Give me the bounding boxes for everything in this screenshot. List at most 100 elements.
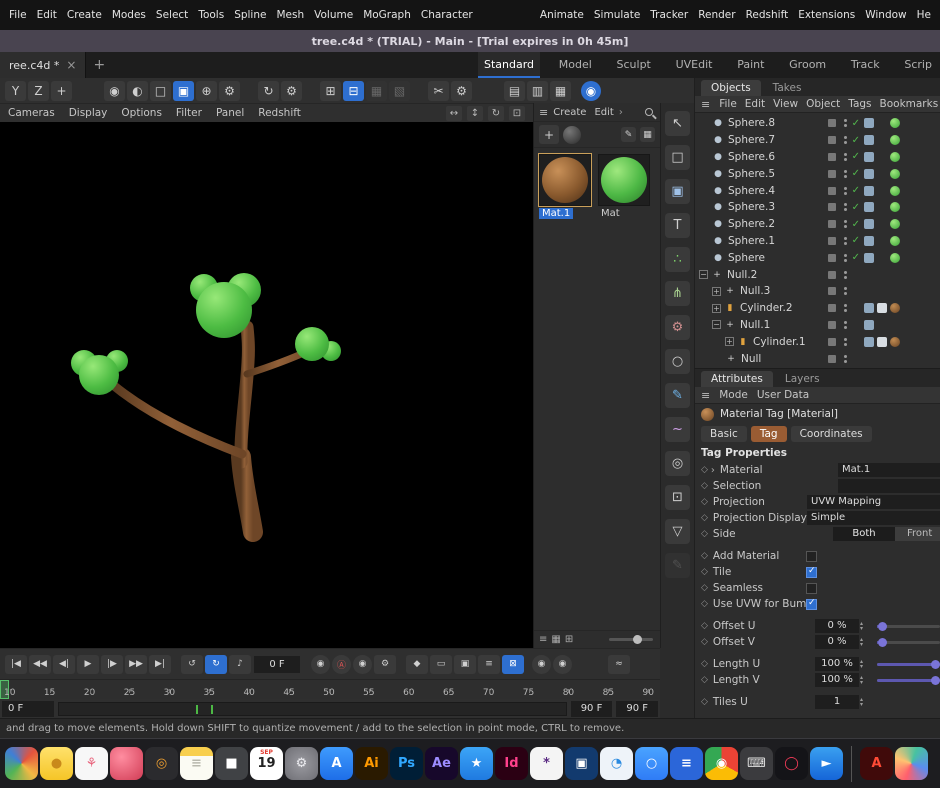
menu-item[interactable]: Window bbox=[860, 9, 911, 21]
prev-key-button[interactable]: ◀◀ bbox=[29, 655, 51, 674]
animation-diamond-icon[interactable] bbox=[701, 481, 708, 491]
enabled-check-icon[interactable] bbox=[852, 168, 860, 179]
expander-icon[interactable]: + bbox=[725, 337, 734, 346]
scale-key-icon[interactable]: ▭ bbox=[430, 655, 452, 674]
menu-item[interactable]: Mesh bbox=[271, 9, 309, 21]
document-tab[interactable]: ree.c4d * × bbox=[0, 52, 86, 78]
list-view-icon[interactable]: ≡ bbox=[539, 634, 547, 645]
timeline-scrubber[interactable] bbox=[58, 702, 567, 716]
visibility-dots-icon[interactable] bbox=[844, 321, 847, 329]
camera-icon[interactable]: ◎ bbox=[665, 451, 690, 476]
object-row[interactable]: ● Sphere.2 bbox=[695, 216, 940, 233]
new-material-button[interactable]: + bbox=[539, 125, 559, 144]
material-name[interactable]: Mat bbox=[598, 208, 623, 219]
rotation-key-icon[interactable]: ▣ bbox=[454, 655, 476, 674]
segment-option-selected[interactable]: Both bbox=[833, 527, 895, 541]
object-menu-item[interactable]: View bbox=[773, 98, 798, 110]
viewport-menu-item[interactable]: Options bbox=[121, 107, 162, 119]
ping-pong-icon[interactable]: ↺ bbox=[181, 655, 203, 674]
settings-icon[interactable]: ⚙ bbox=[285, 747, 318, 780]
object-row[interactable]: ● Sphere.4 bbox=[695, 182, 940, 199]
object-name[interactable]: Sphere.1 bbox=[728, 235, 775, 247]
visibility-dots-icon[interactable] bbox=[844, 338, 847, 346]
cyberduck-icon[interactable]: ● bbox=[40, 747, 73, 780]
attribute-value-field[interactable]: Simple bbox=[807, 511, 940, 525]
filter-icon[interactable]: ▽ bbox=[665, 519, 690, 544]
layer-color-chip[interactable] bbox=[828, 136, 836, 144]
layer-color-chip[interactable] bbox=[828, 304, 836, 312]
object-name[interactable]: Sphere.6 bbox=[728, 151, 775, 163]
object-row[interactable]: ● Sphere.7 bbox=[695, 132, 940, 149]
view-panel-icon[interactable]: ⊡ bbox=[665, 485, 690, 510]
animation-diamond-icon[interactable] bbox=[701, 497, 708, 507]
object-name[interactable]: Null.3 bbox=[740, 285, 770, 297]
workplane-icon[interactable]: ▦ bbox=[366, 81, 387, 101]
animation-diamond-icon[interactable] bbox=[701, 567, 708, 577]
layer-color-chip[interactable] bbox=[828, 321, 836, 329]
enabled-check-icon[interactable] bbox=[852, 202, 860, 213]
object-row[interactable]: + Null bbox=[695, 350, 940, 367]
menu-item[interactable]: Select bbox=[151, 9, 193, 21]
blue-app-icon[interactable]: ★ bbox=[460, 747, 493, 780]
animation-diamond-icon[interactable] bbox=[701, 465, 708, 475]
sound-icon[interactable]: ♪ bbox=[229, 655, 251, 674]
layer-color-chip[interactable] bbox=[828, 287, 836, 295]
expander-icon[interactable]: + bbox=[712, 304, 721, 313]
animation-diamond-icon[interactable] bbox=[701, 513, 708, 523]
layer-color-chip[interactable] bbox=[828, 220, 836, 228]
tool-settings-icon[interactable]: ⚙ bbox=[219, 81, 240, 101]
object-name[interactable]: Sphere.4 bbox=[728, 185, 775, 197]
indesign-icon[interactable]: Id bbox=[495, 747, 528, 780]
move-tool-icon[interactable]: ▣ bbox=[173, 81, 194, 101]
prev-frame-button[interactable]: ◀| bbox=[53, 655, 75, 674]
position-key-icon[interactable]: ◆ bbox=[406, 655, 428, 674]
enabled-check-icon[interactable] bbox=[852, 135, 860, 146]
photos-icon[interactable]: ⚘ bbox=[75, 747, 108, 780]
material-name[interactable]: Mat.1 bbox=[539, 208, 573, 219]
visibility-dots-icon[interactable] bbox=[844, 220, 847, 228]
visibility-dots-icon[interactable] bbox=[844, 254, 847, 262]
object-name[interactable]: Sphere.3 bbox=[728, 201, 775, 213]
fcurve-icon[interactable]: ≈ bbox=[608, 655, 630, 674]
enabled-check-icon[interactable] bbox=[852, 252, 860, 263]
rectangle-selection-icon[interactable]: □ bbox=[665, 145, 690, 170]
layout-tab[interactable]: Track bbox=[845, 52, 886, 78]
object-menu-item[interactable]: Tags bbox=[848, 98, 871, 110]
next-frame-button[interactable]: |▶ bbox=[101, 655, 123, 674]
safari-icon[interactable]: ◔ bbox=[600, 747, 633, 780]
compass-app-icon[interactable]: ◎ bbox=[145, 747, 178, 780]
layer-color-chip[interactable] bbox=[828, 338, 836, 346]
menu-item[interactable]: Animate bbox=[535, 9, 589, 21]
frame-app-icon[interactable]: ▣ bbox=[565, 747, 598, 780]
layer-color-chip[interactable] bbox=[828, 187, 836, 195]
panel-tab[interactable]: Attributes bbox=[701, 371, 773, 387]
object-name[interactable]: Null.1 bbox=[740, 319, 770, 331]
paint-icon[interactable]: ✎ bbox=[621, 127, 636, 142]
scale-tool-icon[interactable]: ⊕ bbox=[196, 81, 217, 101]
object-row[interactable]: + + Null.3 bbox=[695, 283, 940, 300]
attribute-value-field[interactable]: 0 % bbox=[815, 619, 859, 633]
animation-diamond-icon[interactable] bbox=[701, 529, 708, 539]
attribute-value-field[interactable]: Mat.1 bbox=[838, 463, 940, 477]
phong-tag-icon[interactable] bbox=[864, 152, 874, 162]
snap-icon[interactable]: ⊟ bbox=[343, 81, 364, 101]
section-tab[interactable]: Coordinates bbox=[791, 426, 872, 442]
phong-tag-icon[interactable] bbox=[864, 219, 874, 229]
section-tab[interactable]: Basic bbox=[701, 426, 747, 442]
expander-icon[interactable]: − bbox=[699, 270, 708, 279]
slider-track[interactable] bbox=[877, 625, 940, 628]
spinner-arrows[interactable] bbox=[860, 621, 869, 631]
layer-color-chip[interactable] bbox=[828, 119, 836, 127]
group-title[interactable]: Tag Properties bbox=[695, 444, 940, 462]
viewport-menu-item[interactable]: Cameras bbox=[8, 107, 55, 119]
spinner-arrows[interactable] bbox=[860, 697, 869, 707]
material-preview-button[interactable] bbox=[563, 126, 581, 144]
panel-menu-icon[interactable]: ≡ bbox=[701, 389, 710, 402]
grid-icon[interactable]: ▦ bbox=[640, 127, 655, 142]
slider-knob[interactable] bbox=[931, 660, 940, 669]
panel-tab[interactable]: Takes bbox=[763, 80, 812, 96]
material-thumbnail[interactable] bbox=[539, 154, 591, 206]
object-row[interactable]: − + Null.2 bbox=[695, 266, 940, 283]
range-max-field[interactable]: 90 F bbox=[616, 701, 658, 717]
record-objects-icon[interactable]: ◉ bbox=[353, 655, 372, 674]
